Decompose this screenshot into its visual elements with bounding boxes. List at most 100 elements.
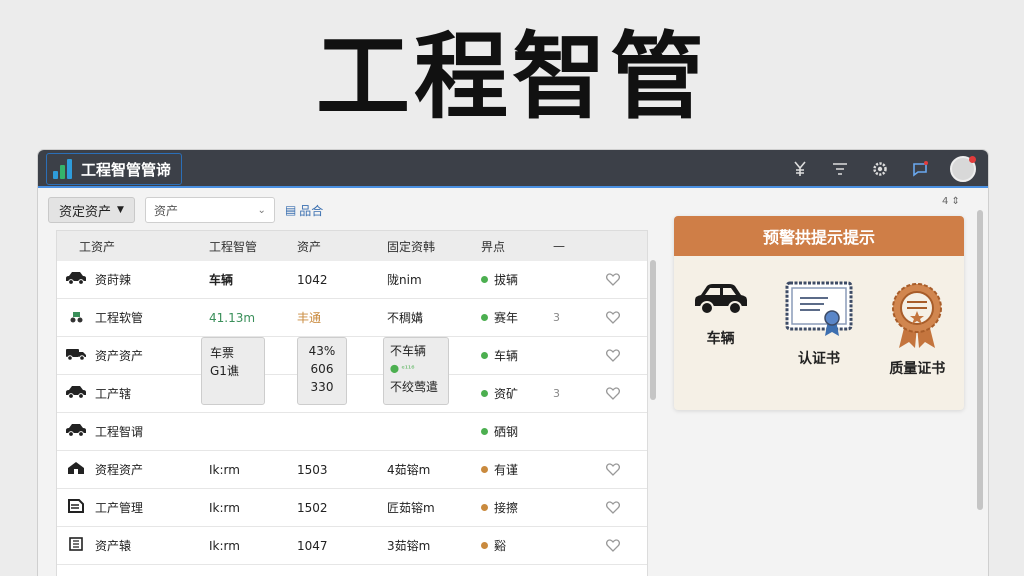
merged-cell-text: 330 xyxy=(310,380,334,394)
machine-icon xyxy=(65,499,87,516)
col-header[interactable]: 固定资韩 xyxy=(379,238,473,255)
row-col3: 1042 xyxy=(297,272,328,287)
row-favorite[interactable] xyxy=(593,463,633,476)
tractor-icon xyxy=(65,309,87,326)
col-header[interactable]: 工资产 xyxy=(57,238,195,255)
table-row[interactable]: 资莳辣 车辆 1042 陇nim 拔辆 xyxy=(57,261,647,299)
row-status: 谿 xyxy=(473,537,553,554)
merged-cell-text: 不绞莺遣 xyxy=(390,380,439,394)
row-name: 资莳辣 xyxy=(95,273,132,287)
status-dot xyxy=(481,314,488,321)
warning-item-label: 认证书 xyxy=(797,351,840,367)
asset-type-dropdown[interactable]: 资定资产 ▼ xyxy=(48,197,135,223)
table-row[interactable]: 资产资产Ik:rm6003陇nim车辆 xyxy=(57,337,647,375)
status-dot xyxy=(481,466,488,473)
row-favorite[interactable] xyxy=(593,501,633,514)
status-text: 谿 xyxy=(494,539,507,553)
row-status: 接擦 xyxy=(473,499,553,516)
user-avatar[interactable] xyxy=(950,156,976,182)
row-name: 工程软管 xyxy=(95,311,144,325)
row-favorite[interactable] xyxy=(593,273,633,286)
favorite-icon[interactable] xyxy=(606,273,620,286)
panel-icon xyxy=(65,537,87,554)
asset-select[interactable]: 资产 ⌄ xyxy=(144,197,275,223)
row-col4: 4茹镕m xyxy=(387,463,431,477)
truck-icon xyxy=(65,347,87,364)
col-header[interactable]: 工程智管 xyxy=(195,238,287,255)
asset-select-value: 资产 xyxy=(153,203,178,218)
table-scrollbar[interactable] xyxy=(648,230,658,576)
favorite-icon[interactable] xyxy=(606,463,620,476)
row-col3: 1047 xyxy=(297,538,328,553)
favorite-icon[interactable] xyxy=(606,349,620,362)
row-name: 资程资产 xyxy=(95,463,144,477)
asset-table: 工资产 工程智管 资产 固定资韩 畀点 — 资莳辣 车辆 1042 陇nim 拔辆工程软… xyxy=(56,230,648,576)
status-dot xyxy=(481,390,488,397)
col-header[interactable]: 资产 xyxy=(287,238,379,255)
merged-cell-text: 不车辆 xyxy=(390,344,427,358)
toolbar: 资定资产 ▼ 资产 ⌄ ▤ 品合 xyxy=(38,190,658,230)
warning-item-label: 车辆 xyxy=(706,331,735,347)
favorite-icon[interactable] xyxy=(606,539,620,552)
row-col3: 1502 xyxy=(297,500,328,515)
caret-down-icon: ▼ xyxy=(117,205,124,215)
favorite-icon[interactable] xyxy=(606,501,620,514)
house-icon xyxy=(65,461,87,478)
table-row[interactable]: 工产管理 Ik:rm 1502 匠茹镕m 接擦 xyxy=(57,489,647,527)
warning-item-quality-cert[interactable]: 质量证书 xyxy=(887,280,947,378)
gear-icon[interactable] xyxy=(870,159,890,179)
favorite-icon[interactable] xyxy=(606,387,620,400)
row-col3: 1503 xyxy=(297,462,328,477)
car-icon xyxy=(694,284,747,315)
row-col4: 不稠媾 xyxy=(387,311,424,325)
row-col3: 丰通 xyxy=(297,311,322,325)
row-col2: Ik:rm xyxy=(209,500,240,515)
merged-cell-marker: ⬤ ᵉ¹¹⁶ xyxy=(390,364,415,373)
col-header[interactable]: — xyxy=(553,239,593,253)
asset-type-label: 资定资产 xyxy=(59,204,112,220)
car-icon xyxy=(65,271,87,288)
status-dot xyxy=(481,542,488,549)
merged-cell-text: 606 xyxy=(310,362,334,376)
row-favorite[interactable] xyxy=(593,349,633,362)
notification-icon[interactable] xyxy=(910,159,930,179)
merged-cell-text: G1谯 xyxy=(210,364,239,378)
row-favorite[interactable] xyxy=(593,311,633,324)
merged-cell-box: 不车辆 ⬤ ᵉ¹¹⁶ 不绞莺遣 xyxy=(383,337,449,405)
status-dot xyxy=(481,504,488,511)
status-text: 硒钢 xyxy=(494,425,519,439)
row-name: 工产管理 xyxy=(95,501,144,515)
favorite-icon[interactable] xyxy=(606,311,620,324)
status-text: 有谨 xyxy=(494,463,519,477)
yen-sort-icon[interactable] xyxy=(790,159,810,179)
row-favorite[interactable] xyxy=(593,539,633,552)
page-scrollbar[interactable] xyxy=(974,196,986,576)
status-dot xyxy=(481,352,488,359)
status-text: 车辆 xyxy=(494,349,519,363)
row-favorite[interactable] xyxy=(593,387,633,400)
filter-icon[interactable] xyxy=(830,159,850,179)
warning-item-certificate[interactable]: 认证书 xyxy=(784,280,854,378)
row-extra: 3 xyxy=(553,387,560,400)
warning-item-vehicle[interactable]: 车辆 xyxy=(691,280,751,378)
app-title: 工程智管管谛 xyxy=(81,160,172,179)
merged-cell-text: 43% xyxy=(308,344,336,358)
status-dot xyxy=(481,276,488,283)
row-name-cell: 资莳辣 xyxy=(57,271,195,288)
col-header[interactable]: 畀点 xyxy=(473,238,553,255)
table-row[interactable]: 资程资产 Ik:rm 1503 4茹镕m 有谨 xyxy=(57,451,647,489)
panel-controls[interactable]: 4 ⇕ xyxy=(942,196,960,207)
merge-link[interactable]: ▤ 品合 xyxy=(285,202,323,219)
app-tab[interactable]: 工程智管管谛 xyxy=(46,153,182,185)
scroll-thumb[interactable] xyxy=(977,210,983,510)
scroll-thumb[interactable] xyxy=(650,260,656,400)
table-row[interactable]: 资产辕 Ik:rm 1047 3茹镕m 谿 xyxy=(57,527,647,565)
hero-title: 工程智管 xyxy=(315,23,708,132)
table-row[interactable]: 工程软管 41.13m 丰通 不稠媾 赛年 3 xyxy=(57,299,647,337)
row-name-cell: 工产管理 xyxy=(57,499,195,516)
car-icon xyxy=(65,385,87,402)
award-badge-icon xyxy=(892,283,943,348)
table-row[interactable]: 工产辖 资矿 3 xyxy=(57,375,647,413)
car-icon xyxy=(65,423,87,440)
table-row[interactable]: 工程智谓 硒钢 xyxy=(57,413,647,451)
